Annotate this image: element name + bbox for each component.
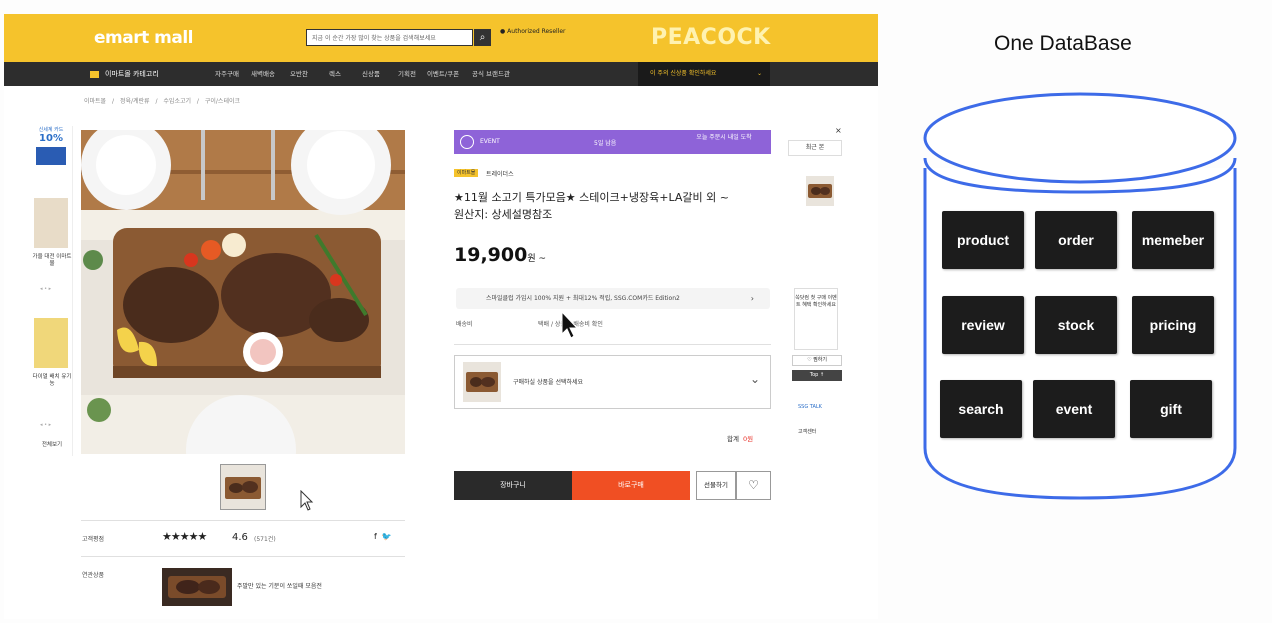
breadcrumb-item[interactable]: 구이/스테이크 [205,98,240,105]
card-ad[interactable]: 신세계 카드 10% [34,126,68,186]
nav-item[interactable]: 자주구매 [209,62,245,86]
shipping-row: 배송비 택배 / 상품별 배송비 확인 [456,321,603,328]
ad-image[interactable] [34,198,68,248]
search-input[interactable]: 지금 이 순간 가장 많이 찾는 상품을 검색해보세요 [306,29,473,46]
nav-item[interactable]: 오반찬 [281,62,317,86]
gift-button[interactable]: 선물하기 [696,471,736,500]
breadcrumb: 이마트몰 / 정육/계란류 / 수입소고기 / 구이/스테이크 [84,98,241,105]
divider [81,520,405,521]
menu-icon [90,70,99,78]
ad-image[interactable] [34,318,68,368]
breadcrumb-item[interactable]: 정육/계란류 [120,98,150,105]
top-header: emart mall 지금 이 순간 가장 많이 찾는 상품을 검색해보세요 ⌕… [4,14,878,62]
mouse-cursor-icon [561,310,578,339]
nav-items: 자주구매 새벽배송 오반찬 렉스 신상품 기획전 이벤트/쿠폰 공식 브랜드관 [209,62,521,86]
database-title: One DataBase [994,32,1132,55]
add-to-cart-button[interactable]: 장바구니 [454,471,572,500]
right-rail: × 최근 본 쓱닷컴 첫 구매 이벤트 혜택 확인하세요 ♡ 찜하기 Top ↑… [788,126,844,446]
db-table-pricing: pricing [1132,296,1214,354]
category-menu-button[interactable]: 이마트몰 카테고리 [90,62,159,86]
see-all-link[interactable]: 전체보기 [32,442,72,449]
peacock-banner[interactable]: PEACOCK [651,25,771,50]
db-table-order: order [1035,211,1117,269]
ad-text: 가을 대전 이마트몰 [32,254,72,267]
nav-item[interactable]: 이벤트/쿠폰 [425,62,461,86]
left-ad-rail: 신세계 카드 10% 가을 대전 이마트몰 ◂ • ▸ 다이얼 배치 유기농 ◂… [26,126,73,456]
divider [454,344,771,345]
pager-dots[interactable]: ◂ • ▸ [40,422,51,428]
rating-label: 고객평점 [82,536,105,543]
db-table-member: memeber [1132,211,1214,269]
product-price: 19,900원 ~ [454,244,547,266]
breadcrumb-item[interactable]: 수입소고기 [163,98,191,105]
chat-link[interactable]: SSG TALK [798,404,822,411]
breadcrumb-item[interactable]: 이마트몰 [84,98,106,105]
store-tag: 이마트몰 [454,169,479,177]
nav-item[interactable]: 렉스 [317,62,353,86]
chevron-down-icon: ⌄ [749,372,760,386]
card-image [36,147,66,165]
option-select[interactable]: 구매하실 상품을 선택하세요 ⌄ [454,355,771,409]
facebook-icon[interactable]: f [374,532,377,541]
site-logo[interactable]: emart mall [94,28,193,48]
related-product-text[interactable]: 주말만 있는 기분이 쏘일때 모음전 [237,581,322,590]
scroll-top-button[interactable]: Top ↑ [792,370,842,381]
db-table-stock: stock [1035,296,1117,354]
nav-bar: 이마트몰 카테고리 자주구매 새벽배송 오반찬 렉스 신상품 기획전 이벤트/쿠… [4,62,878,86]
rating-stars: ★★★★★ [162,530,207,543]
ad-text: 다이얼 배치 유기농 [32,374,72,387]
product-thumbnail[interactable] [220,464,266,510]
product-title: ★11월 소고기 특가모음★ 스테이크+냉장육+LA갈비 외 ~ 원산지: 상세… [454,191,729,221]
pager-dots[interactable]: ◂ • ▸ [40,286,51,292]
divider [81,556,405,557]
chevron-down-icon: ⌄ [756,70,762,77]
product-image[interactable] [81,130,405,454]
related-product-image[interactable] [162,568,232,606]
recently-viewed-header[interactable]: 최근 본 [788,140,842,156]
heart-icon[interactable]: ♡ [736,471,771,500]
db-table-search: search [940,380,1022,438]
related-label: 연관상품 [82,572,105,579]
share-icons: f 🐦 [374,532,392,541]
shop-screenshot: emart mall 지금 이 순간 가장 많이 찾는 상품을 검색해보세요 ⌕… [4,14,878,619]
db-table-review: review [942,296,1024,354]
nav-promo[interactable]: 이 주의 신상품 확인하세요 ⌄ [638,62,770,86]
clock-icon [460,135,474,149]
wishlist-button[interactable]: ♡ 찜하기 [792,355,842,366]
nav-item[interactable]: 기획전 [389,62,425,86]
close-icon[interactable]: × [835,126,842,135]
customer-center-link[interactable]: 고객센터 [798,428,816,435]
review-count-link[interactable]: (571건) [254,534,276,543]
nav-item[interactable]: 신상품 [353,62,389,86]
db-table-gift: gift [1130,380,1212,438]
card-promo[interactable]: 스마일클럽 가입시 100% 지원 + 최대12% 적립, SSG.COM카드 … [456,288,770,309]
chevron-right-icon: › [750,294,754,303]
mouse-cursor-icon [300,490,314,511]
nav-item[interactable]: 새벽배송 [245,62,281,86]
recent-item-thumbnail[interactable] [806,176,834,206]
option-thumbnail [463,362,501,402]
db-table-product: product [942,211,1024,269]
apple-icon: ● [500,28,506,35]
brand-link[interactable]: 트레이더스 [486,169,514,178]
twitter-icon[interactable]: 🐦 [382,532,392,541]
db-table-event: event [1033,380,1115,438]
apple-reseller-badge[interactable]: ● Authorized Reseller [500,28,566,36]
nav-item[interactable]: 공식 브랜드관 [461,62,521,86]
buy-now-button[interactable]: 바로구매 [572,471,690,500]
search-icon[interactable]: ⌕ [474,29,491,46]
rating-value: 4.6 [232,532,248,543]
total: 합계 0원 [727,435,754,443]
rail-ad[interactable]: 쓱닷컴 첫 구매 이벤트 혜택 확인하세요 [794,288,838,350]
event-banner[interactable]: EVENT 5일 남음 오늘 주문시 내일 도착 [454,130,771,154]
